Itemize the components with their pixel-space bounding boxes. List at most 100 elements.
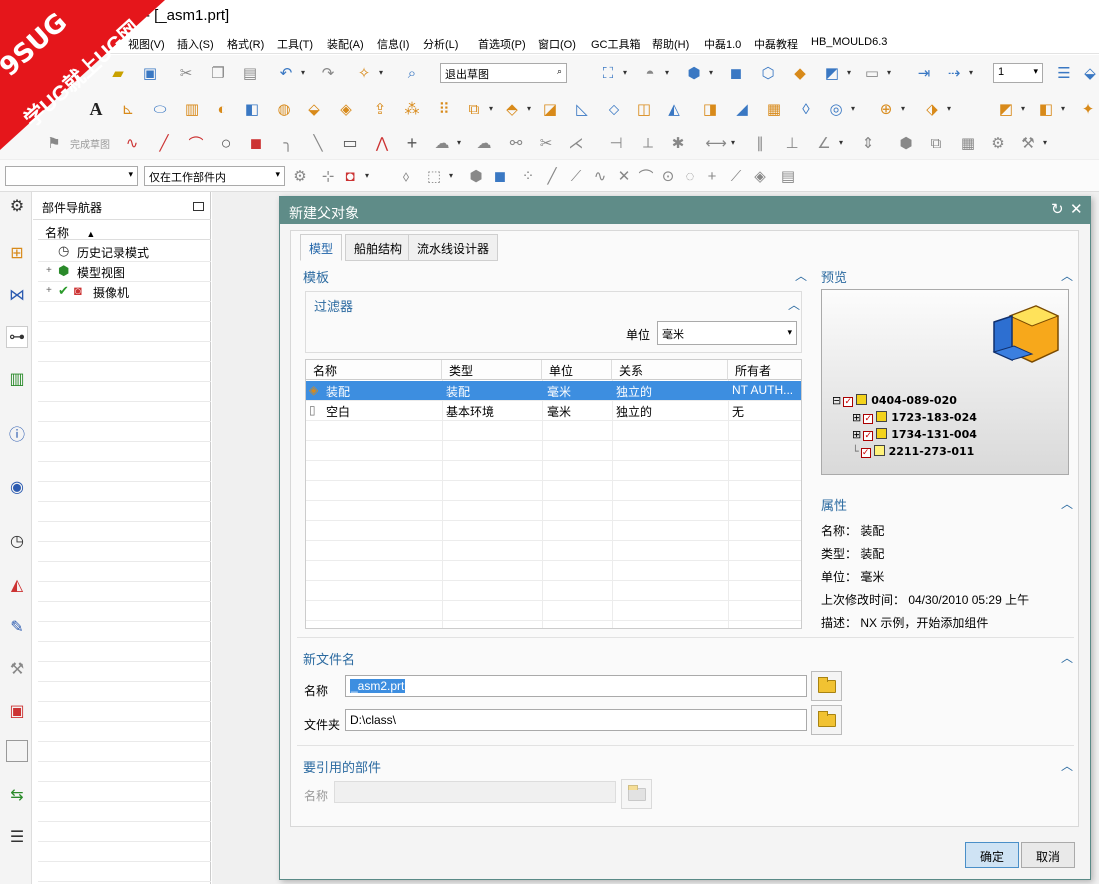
command-finder-icon[interactable]: ⌕ [402,63,422,83]
select-icon[interactable]: ✧ [354,63,383,83]
background-icon[interactable]: ▭ [862,63,891,83]
paste-icon[interactable]: ▤ [240,63,260,83]
subtract-icon[interactable]: ⬘ [502,99,531,119]
rectangle-select-icon[interactable]: ⬚ [424,166,453,186]
solid-icon[interactable]: ⬢ [896,133,916,153]
snap-mid-icon[interactable]: ⟋ [566,166,586,186]
cancel-button[interactable]: 取消 [1021,842,1075,868]
collapse-referenced-icon[interactable]: ︿ [1061,757,1073,774]
block-icon[interactable]: ◧ [242,99,262,119]
menu-gc-toolbox[interactable]: GC工具箱 [591,36,641,52]
tab-line-designer[interactable]: 流水线设计器 [408,234,499,261]
dim-vertical-icon[interactable]: ⇕ [858,133,878,153]
snap-icon[interactable]: ⊹ [318,166,338,186]
quick-trim-icon[interactable]: ✂ [536,133,556,153]
offset-curve-icon[interactable]: ☁ [432,133,462,153]
col-type[interactable]: 类型 [442,360,542,380]
menu-view[interactable]: 视图(V) [128,36,165,52]
snap-quadrant-icon[interactable]: ◌ [680,166,700,186]
reuse-library-icon[interactable]: ▥ [6,368,28,390]
menu-hb-mould[interactable]: HB_MOULD6.3 [811,36,887,48]
profile-icon[interactable]: ∿ [122,133,142,153]
close-icon[interactable]: ✕ [1070,200,1083,218]
polyline-icon[interactable]: ⋀ [372,133,392,153]
constraint-navigator-icon[interactable]: ⋈ [6,284,28,306]
snap-line-icon[interactable]: ╱ [542,166,562,186]
redo-icon[interactable]: ↷ [318,63,338,83]
system-scene-icon[interactable]: ⚒ [6,658,28,680]
snap-center-icon[interactable]: ⊙ [658,166,678,186]
datum-csys-icon[interactable]: ⊾ [118,99,138,119]
arc-icon[interactable]: ⌒ [186,133,206,153]
boss-icon[interactable]: ◈ [336,99,356,119]
revolve-icon[interactable]: ◐ [212,99,232,119]
pattern-curve-icon[interactable]: ☁ [474,133,494,153]
snap-face-icon[interactable]: ◈ [750,166,770,186]
section-view-icon[interactable]: ◩ [822,63,851,83]
roles-icon[interactable]: ✎ [6,616,28,638]
menu-preferences[interactable]: 首选项(P) [478,36,526,52]
snap-curve-icon[interactable]: ∿ [590,166,610,186]
fit-view-icon[interactable]: ⛶ [598,63,627,83]
cylinder-icon[interactable]: ⬭ [150,99,170,119]
offset-face-icon[interactable]: ◫ [634,99,654,119]
parallel-icon[interactable]: ∥ [750,133,770,153]
unit-select[interactable]: 毫米 ▾ [657,321,797,345]
expand-icon[interactable]: + [46,265,52,276]
folder-input[interactable]: D:\class\ [345,709,807,731]
auto-constraint-icon[interactable]: ✱ [668,133,688,153]
line-icon[interactable]: ╱ [154,133,174,153]
menu-insert[interactable]: 插入(S) [177,36,214,52]
ok-button[interactable]: 确定 [965,842,1019,868]
menu-format[interactable]: 格式(R) [227,36,264,52]
sweep-icon[interactable]: ◨ [700,99,720,119]
selection-mode-icon[interactable]: ⚙ [290,166,310,186]
col-relation[interactable]: 关系 [612,360,728,380]
nav-item-cameras[interactable]: + ✔ ◙ 摄像机 [38,282,211,302]
hole-icon[interactable]: ◍ [274,99,294,119]
history-icon[interactable]: ◷ [6,530,28,552]
collapse-template-icon[interactable]: ︿ [795,267,807,284]
point-icon[interactable]: + [402,133,422,153]
nav-item-history-mode[interactable]: ◷ 历史记录模式 [38,242,211,262]
extrude-icon[interactable]: ▥ [182,99,202,119]
rotate-view-icon[interactable]: ◓ [640,63,669,83]
scope-select[interactable]: 仅在工作部件内 ▾ [144,166,285,186]
wireframe-icon[interactable]: ⬡ [758,63,778,83]
nav-item-model-views[interactable]: + ⬢ 模型视图 [38,262,211,282]
unite-icon[interactable]: ⧉ [464,99,493,119]
studio-surface-icon[interactable]: ◊ [796,99,816,119]
select-box-icon[interactable]: ◘ [340,166,369,186]
mesh-icon[interactable]: ▦ [764,99,784,119]
part-navigator-icon[interactable]: ⊶ [6,326,28,348]
sketch-cube-icon[interactable]: ◼ [246,133,266,153]
table-row[interactable]: ▯ 空白 基本环境 毫米 独立的 无 [306,401,801,421]
copy-icon[interactable]: ❐ [208,63,228,83]
snap-end-icon[interactable]: ⁘ [518,166,538,186]
menu-assembly[interactable]: 装配(A) [327,36,364,52]
process-icon[interactable]: ⇆ [6,784,28,806]
menu-help[interactable]: 帮助(H) [652,36,689,52]
text-icon[interactable]: A [86,99,106,119]
mirror-curve-icon[interactable]: ⚯ [506,133,526,153]
chamfer-sketch-icon[interactable]: ╲ [308,133,328,153]
table-row[interactable]: ◈ 装配 装配 毫米 独立的 NT AUTH... [306,381,801,401]
finish-sketch-label[interactable]: 完成草图 [70,136,110,151]
menu-tools[interactable]: 工具(T) [277,36,313,52]
constraints-icon[interactable]: ⟂ [638,133,658,153]
layer-icon[interactable]: ◆ [790,63,810,83]
info-icon[interactable]: ⓘ [6,422,28,444]
sphere-icon[interactable]: ◎ [826,99,855,119]
wave-icon[interactable]: ✦ [1078,99,1098,119]
expand-icon[interactable]: + [46,285,52,296]
pocket-icon[interactable]: ⇪ [370,99,390,119]
browse-ref-button[interactable] [621,779,652,809]
tab-ship-structure[interactable]: 船舶结构 [345,234,412,261]
pattern-icon[interactable]: ⁂ [402,99,422,119]
perpendicular-icon[interactable]: ⊥ [782,133,802,153]
material-icon[interactable]: ▣ [6,700,28,722]
shaded-icon[interactable]: ⬢ [684,63,713,83]
chamfer-icon[interactable]: ◪ [540,99,560,119]
add-component-icon[interactable]: ⊕ [876,99,905,119]
draft-icon[interactable]: ◺ [572,99,592,119]
